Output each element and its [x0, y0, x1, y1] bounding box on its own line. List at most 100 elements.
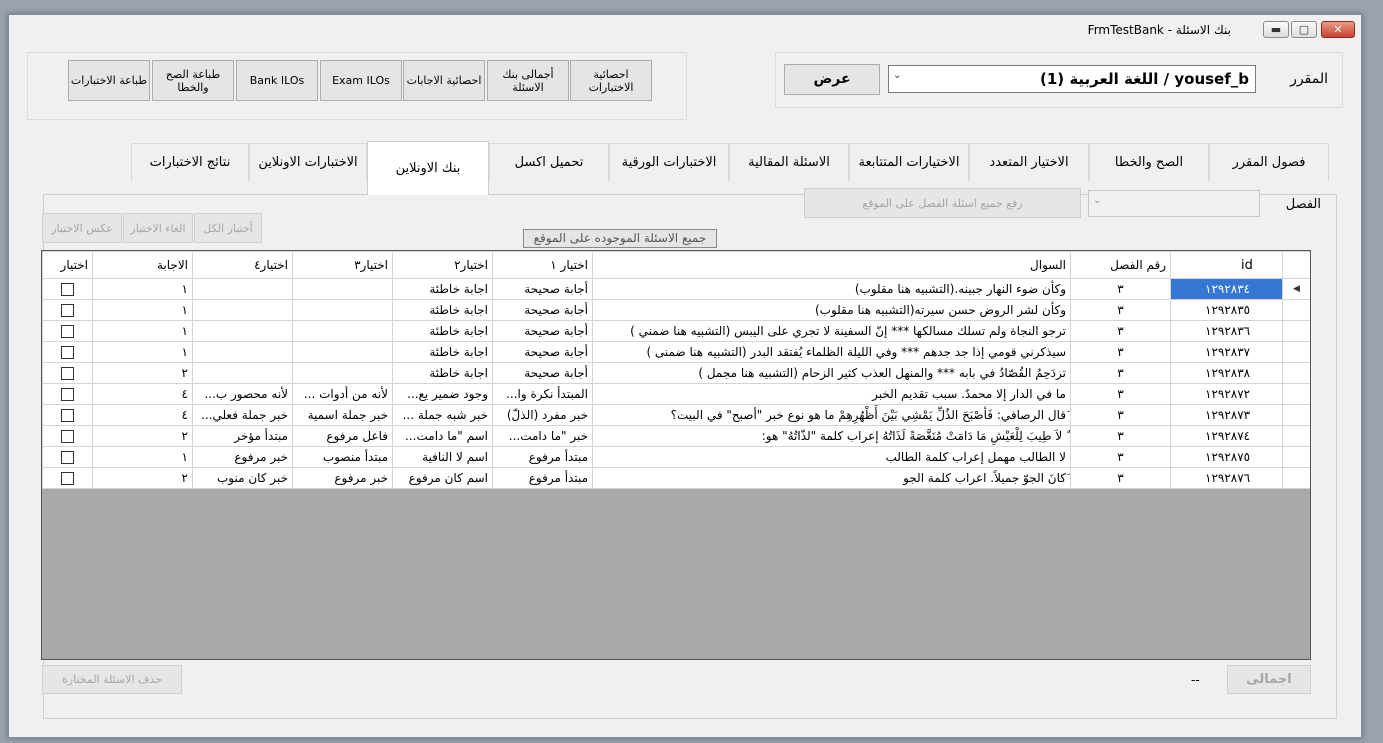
- cell-choice3[interactable]: مبتدأ منصوب: [292, 446, 393, 468]
- column-header-question[interactable]: السوال: [592, 251, 1071, 279]
- cell-answer[interactable]: ١: [92, 446, 193, 468]
- row-header[interactable]: [1282, 383, 1310, 405]
- cell-choice1[interactable]: خبر "ما دامت...: [492, 425, 593, 447]
- maximize-button[interactable]: ▢: [1291, 21, 1317, 38]
- cell-chapter[interactable]: ٣: [1070, 299, 1171, 321]
- cell-question[interactable]: ٌ لاَ طِيبَ لِلْعَيْشِ مَا دَامَتْ مُنَغ…: [592, 425, 1071, 447]
- cell-chapter[interactable]: ٣: [1070, 425, 1171, 447]
- cell-answer[interactable]: ٢: [92, 362, 193, 384]
- cell-choice4[interactable]: خبر جملة فعلي...: [192, 404, 293, 426]
- invert-selection-button[interactable]: عكس الاختيار: [42, 213, 122, 243]
- select-checkbox[interactable]: [61, 367, 74, 380]
- tab-online-bank[interactable]: بنك الاونلاين: [367, 141, 489, 195]
- row-header[interactable]: [1282, 404, 1310, 426]
- row-header[interactable]: [1282, 467, 1310, 489]
- delete-selected-button[interactable]: حذف الاسئلة المختارة: [42, 665, 182, 694]
- column-header-id[interactable]: id: [1170, 251, 1283, 279]
- cell-choice3[interactable]: [292, 278, 393, 300]
- cell-chapter[interactable]: ٣: [1070, 320, 1171, 342]
- row-header[interactable]: [1282, 320, 1310, 342]
- cell-answer[interactable]: ١: [92, 341, 193, 363]
- select-all-button[interactable]: أختيار الكل: [194, 213, 262, 243]
- cell-question[interactable]: َقال الرصافي: فَأصْبَحَ الذُلِّ يَمْشِي …: [592, 404, 1071, 426]
- print-exams-button[interactable]: طباعة الاختبارات: [68, 60, 150, 101]
- tab-exam-results[interactable]: نتائج الاختبارات: [131, 143, 249, 181]
- cell-answer[interactable]: ١: [92, 278, 193, 300]
- cell-choice3[interactable]: فاعل مرفوع: [292, 425, 393, 447]
- cell-id[interactable]: ١٢٩٢٨٧٦: [1170, 467, 1283, 489]
- cell-question[interactable]: لا الطالب مهمل إعراب كلمة الطالب: [592, 446, 1071, 468]
- table-row[interactable]: ١٢٩٢٨٧٢ ٣ ما في الدار إلا محمدٌ. سبب تقديم…: [42, 383, 1310, 405]
- cell-choice2[interactable]: اسم كان مرفوع: [392, 467, 493, 489]
- column-header-choice2[interactable]: اختيار٢: [392, 251, 493, 279]
- cell-choice2[interactable]: اجابة خاطئة: [392, 278, 493, 300]
- cell-choice4[interactable]: خبر كان منوب: [192, 467, 293, 489]
- column-header-select[interactable]: اختيار: [42, 251, 93, 279]
- table-row[interactable]: ١٢٩٢٨٣٥ ٣ وكأن لشر الروض حسن سيرته(التشبيه…: [42, 299, 1310, 321]
- cell-choice4[interactable]: لأنه محصور ب...: [192, 383, 293, 405]
- column-header-choice4[interactable]: اختيار٤: [192, 251, 293, 279]
- cell-id[interactable]: ١٢٩٢٨٣٧: [1170, 341, 1283, 363]
- cell-id[interactable]: ١٢٩٢٨٧٣: [1170, 404, 1283, 426]
- tab-course-chapters[interactable]: فصول المقرر: [1209, 143, 1329, 181]
- cell-choice3[interactable]: [292, 320, 393, 342]
- answers-statistics-button[interactable]: احصائية الاجابات: [403, 60, 485, 101]
- cell-chapter[interactable]: ٣: [1070, 278, 1171, 300]
- cell-choice4[interactable]: [192, 278, 293, 300]
- cell-choice2[interactable]: اسم "ما دامت...: [392, 425, 493, 447]
- cell-choice4[interactable]: [192, 341, 293, 363]
- cell-choice2[interactable]: اسم لا النافية: [392, 446, 493, 468]
- cell-choice2[interactable]: اجابة خاطئة: [392, 320, 493, 342]
- close-button[interactable]: ✕: [1321, 21, 1355, 38]
- cell-choice1[interactable]: أجابة صحيحة: [492, 299, 593, 321]
- cell-choice4[interactable]: [192, 362, 293, 384]
- select-checkbox[interactable]: [61, 472, 74, 485]
- cell-choice1[interactable]: أجابة صحيحة: [492, 278, 593, 300]
- cell-answer[interactable]: ٤: [92, 383, 193, 405]
- cell-answer[interactable]: ٢: [92, 425, 193, 447]
- select-checkbox[interactable]: [61, 304, 74, 317]
- table-row[interactable]: ١٢٩٢٨٧٦ ٣َكانَ الجوّ جميلاً. اعراب كلمة ا…: [42, 467, 1310, 489]
- cell-choice4[interactable]: [192, 320, 293, 342]
- cell-answer[interactable]: ١: [92, 320, 193, 342]
- table-row[interactable]: ١٢٩٢٨٧٤ ٣ٌ لاَ طِيبَ لِلْعَيْشِ مَا دَامَ…: [42, 425, 1310, 447]
- cell-answer[interactable]: ٢: [92, 467, 193, 489]
- column-header-answer[interactable]: الاجابة: [92, 251, 193, 279]
- cell-choice2[interactable]: اجابة خاطئة: [392, 362, 493, 384]
- tab-multiple-choice[interactable]: الاختيار المتعدد: [969, 143, 1089, 181]
- select-checkbox[interactable]: [61, 388, 74, 401]
- cancel-selection-button[interactable]: الغاء الاختيار: [123, 213, 193, 243]
- select-checkbox[interactable]: [61, 346, 74, 359]
- table-row[interactable]: ١٢٩٢٨٣٨ ٣ تزدَحِمُ القُصّادُ في بابه *** و…: [42, 362, 1310, 384]
- cell-question[interactable]: وكأن ضوء النهار جبينه.(التشبيه هنا مقلوب…: [592, 278, 1071, 300]
- cell-choice2[interactable]: اجابة خاطئة: [392, 341, 493, 363]
- cell-id[interactable]: ١٢٩٢٨٧٤: [1170, 425, 1283, 447]
- column-header-choice1[interactable]: اختيار ١: [492, 251, 593, 279]
- cell-chapter[interactable]: ٣: [1070, 404, 1171, 426]
- row-header[interactable]: [1282, 362, 1310, 384]
- minimize-button[interactable]: ▬: [1263, 21, 1289, 38]
- row-header[interactable]: ◀: [1282, 278, 1310, 300]
- row-header[interactable]: [1282, 446, 1310, 468]
- cell-question[interactable]: سيذكرني قومي إذا جد جدهم *** وفي الليلة …: [592, 341, 1071, 363]
- select-checkbox[interactable]: [61, 451, 74, 464]
- cell-choice2[interactable]: خبر شبه جملة ...: [392, 404, 493, 426]
- cell-choice4[interactable]: [192, 299, 293, 321]
- cell-chapter[interactable]: ٣: [1070, 341, 1171, 363]
- cell-choice3[interactable]: [292, 299, 393, 321]
- cell-answer[interactable]: ١: [92, 299, 193, 321]
- select-checkbox[interactable]: [61, 409, 74, 422]
- cell-choice3[interactable]: [292, 362, 393, 384]
- row-header[interactable]: [1282, 341, 1310, 363]
- select-checkbox[interactable]: [61, 283, 74, 296]
- table-row[interactable]: ١٢٩٢٨٣٦ ٣ ترجو النجاة ولم تسلك مسالكها ***…: [42, 320, 1310, 342]
- row-header[interactable]: [1282, 425, 1310, 447]
- cell-answer[interactable]: ٤: [92, 404, 193, 426]
- tab-online-exams[interactable]: الاختبارات الاونلاين: [249, 143, 367, 181]
- cell-choice1[interactable]: أجابة صحيحة: [492, 341, 593, 363]
- cell-question[interactable]: َكانَ الجوّ جميلاً. اعراب كلمة الجو: [592, 467, 1071, 489]
- cell-choice1[interactable]: المبتدأ نكرة وا...: [492, 383, 593, 405]
- cell-id[interactable]: ١٢٩٢٨٣٥: [1170, 299, 1283, 321]
- bank-ilos-button[interactable]: Bank ILOs: [236, 60, 318, 101]
- cell-choice3[interactable]: خبر مرفوع: [292, 467, 393, 489]
